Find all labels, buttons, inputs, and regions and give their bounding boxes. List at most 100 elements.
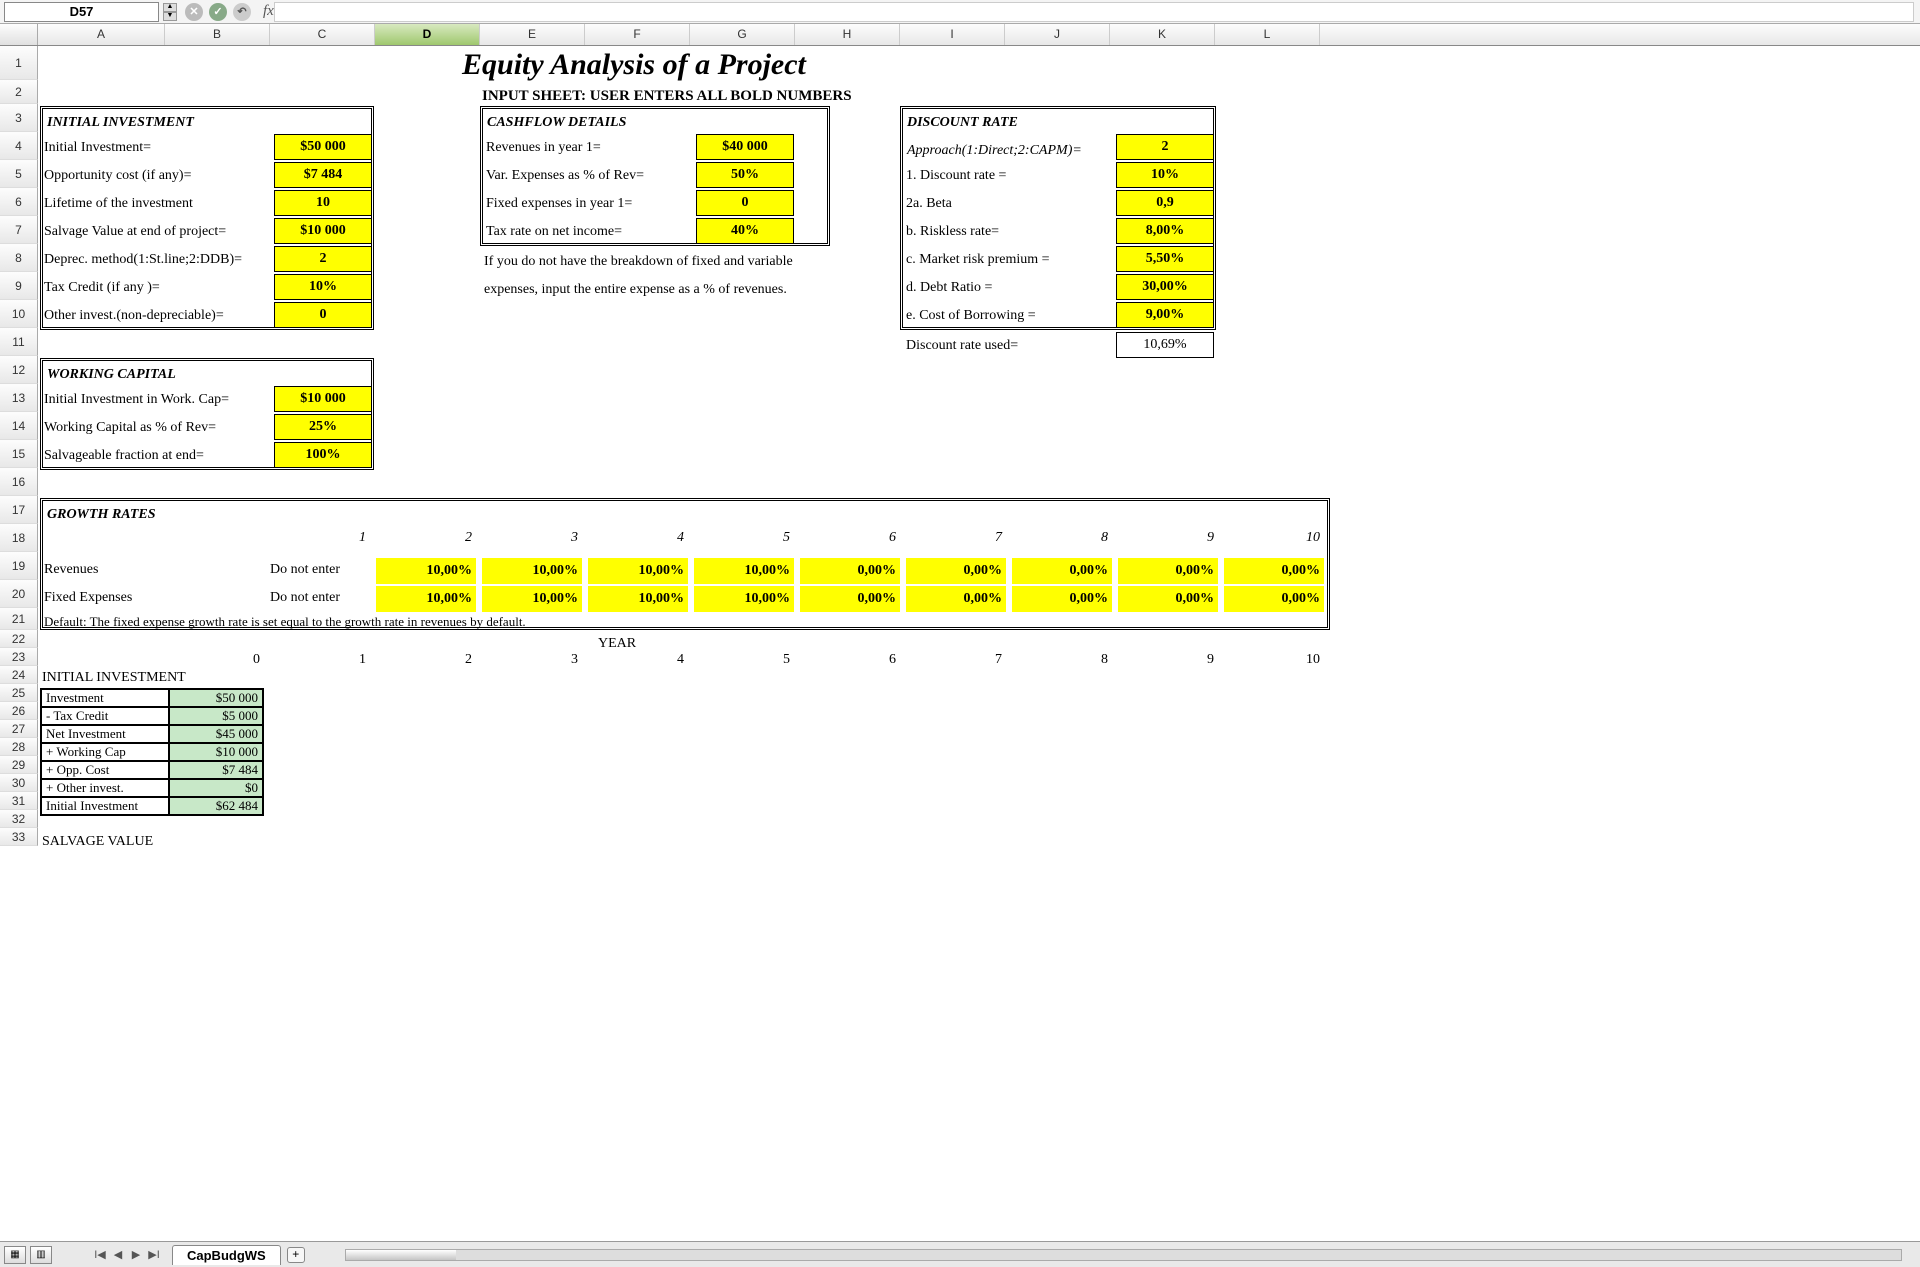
row-header-2[interactable]: 2 xyxy=(0,80,38,104)
wc-input-2[interactable]: 100% xyxy=(274,442,372,468)
growth-fix-6[interactable]: 0,00% xyxy=(1012,586,1112,612)
growth-rev-8[interactable]: 0,00% xyxy=(1224,558,1324,584)
nav-last-icon[interactable]: ▶I xyxy=(146,1248,162,1261)
name-box-stepper[interactable]: ▲▼ xyxy=(163,3,177,21)
row-header-25[interactable]: 25 xyxy=(0,684,38,702)
col-header-E[interactable]: E xyxy=(480,24,585,45)
col-header-K[interactable]: K xyxy=(1110,24,1215,45)
row-header-18[interactable]: 18 xyxy=(0,524,38,552)
growth-rev-7[interactable]: 0,00% xyxy=(1118,558,1218,584)
nav-next-icon[interactable]: ▶ xyxy=(128,1248,144,1261)
row-header-15[interactable]: 15 xyxy=(0,440,38,468)
input-discount-approach[interactable]: 2 xyxy=(1116,134,1214,160)
dr-input-1[interactable]: 0,9 xyxy=(1116,190,1214,216)
dr-input-2[interactable]: 8,00% xyxy=(1116,218,1214,244)
row-header-12[interactable]: 12 xyxy=(0,356,38,384)
dr-input-4[interactable]: 30,00% xyxy=(1116,274,1214,300)
dr-input-3[interactable]: 5,50% xyxy=(1116,246,1214,272)
horizontal-scrollbar[interactable] xyxy=(345,1249,1902,1261)
ii-input-3[interactable]: $10 000 xyxy=(274,218,372,244)
col-header-G[interactable]: G xyxy=(690,24,795,45)
ii-input-2[interactable]: 10 xyxy=(274,190,372,216)
row-header-10[interactable]: 10 xyxy=(0,300,38,328)
row-header-24[interactable]: 24 xyxy=(0,666,38,684)
row-header-16[interactable]: 16 xyxy=(0,468,38,496)
col-header-C[interactable]: C xyxy=(270,24,375,45)
row-header-23[interactable]: 23 xyxy=(0,648,38,666)
nav-prev-icon[interactable]: ◀ xyxy=(110,1248,126,1261)
row-header-20[interactable]: 20 xyxy=(0,580,38,608)
ii-input-6[interactable]: 0 xyxy=(274,302,372,328)
row-header-33[interactable]: 33 xyxy=(0,828,38,846)
row-header-1[interactable]: 1 xyxy=(0,46,38,80)
col-header-L[interactable]: L xyxy=(1215,24,1320,45)
formula-input[interactable] xyxy=(274,2,1914,22)
name-box[interactable]: D57 xyxy=(4,2,159,22)
row-header-9[interactable]: 9 xyxy=(0,272,38,300)
dr-input-5[interactable]: 9,00% xyxy=(1116,302,1214,328)
cf-input-3[interactable]: 40% xyxy=(696,218,794,244)
row-header-28[interactable]: 28 xyxy=(0,738,38,756)
cancel-icon[interactable]: ✕ xyxy=(185,3,203,21)
row-header-30[interactable]: 30 xyxy=(0,774,38,792)
select-all-corner[interactable] xyxy=(0,24,38,45)
growth-rev-5[interactable]: 0,00% xyxy=(906,558,1006,584)
growth-rev-1[interactable]: 10,00% xyxy=(482,558,582,584)
ii-input-1[interactable]: $7 484 xyxy=(274,162,372,188)
col-header-D[interactable]: D xyxy=(375,24,480,45)
row-header-5[interactable]: 5 xyxy=(0,160,38,188)
growth-rev-4[interactable]: 0,00% xyxy=(800,558,900,584)
growth-fix-5[interactable]: 0,00% xyxy=(906,586,1006,612)
col-header-B[interactable]: B xyxy=(165,24,270,45)
growth-fix-4[interactable]: 0,00% xyxy=(800,586,900,612)
growth-rev-3[interactable]: 10,00% xyxy=(694,558,794,584)
row-header-13[interactable]: 13 xyxy=(0,384,38,412)
col-header-F[interactable]: F xyxy=(585,24,690,45)
growth-rev-6[interactable]: 0,00% xyxy=(1012,558,1112,584)
growth-rev-2[interactable]: 10,00% xyxy=(588,558,688,584)
row-header-14[interactable]: 14 xyxy=(0,412,38,440)
row-header-4[interactable]: 4 xyxy=(0,132,38,160)
cf-input-0[interactable]: $40 000 xyxy=(696,134,794,160)
row-header-3[interactable]: 3 xyxy=(0,104,38,132)
row-header-11[interactable]: 11 xyxy=(0,328,38,356)
tab-active[interactable]: CapBudgWS xyxy=(172,1245,281,1265)
col-header-J[interactable]: J xyxy=(1005,24,1110,45)
fx-icon[interactable]: fx xyxy=(263,3,274,20)
wc-input-1[interactable]: 25% xyxy=(274,414,372,440)
col-header-A[interactable]: A xyxy=(38,24,165,45)
sheet-grid[interactable]: 1234567891011121314151617181920212223242… xyxy=(0,46,1920,1241)
ii-input-5[interactable]: 10% xyxy=(274,274,372,300)
cf-input-1[interactable]: 50% xyxy=(696,162,794,188)
row-header-29[interactable]: 29 xyxy=(0,756,38,774)
nav-first-icon[interactable]: I◀ xyxy=(92,1248,108,1261)
wc-input-0[interactable]: $10 000 xyxy=(274,386,372,412)
row-header-8[interactable]: 8 xyxy=(0,244,38,272)
growth-fix-3[interactable]: 10,00% xyxy=(694,586,794,612)
row-header-32[interactable]: 32 xyxy=(0,810,38,828)
ii-input-4[interactable]: 2 xyxy=(274,246,372,272)
dr-input-0[interactable]: 10% xyxy=(1116,162,1214,188)
row-header-6[interactable]: 6 xyxy=(0,188,38,216)
cf-input-2[interactable]: 0 xyxy=(696,190,794,216)
history-icon[interactable]: ↶ xyxy=(233,3,251,21)
col-header-I[interactable]: I xyxy=(900,24,1005,45)
tab-add-icon[interactable]: + xyxy=(287,1247,305,1263)
growth-fix-2[interactable]: 10,00% xyxy=(588,586,688,612)
confirm-icon[interactable]: ✓ xyxy=(209,3,227,21)
growth-fix-1[interactable]: 10,00% xyxy=(482,586,582,612)
col-header-H[interactable]: H xyxy=(795,24,900,45)
row-header-26[interactable]: 26 xyxy=(0,702,38,720)
row-header-27[interactable]: 27 xyxy=(0,720,38,738)
growth-fix-0[interactable]: 10,00% xyxy=(376,586,476,612)
row-header-31[interactable]: 31 xyxy=(0,792,38,810)
view-layout-icon[interactable]: ▥ xyxy=(30,1246,52,1264)
growth-fix-8[interactable]: 0,00% xyxy=(1224,586,1324,612)
ii-input-0[interactable]: $50 000 xyxy=(274,134,372,160)
row-header-21[interactable]: 21 xyxy=(0,608,38,630)
row-header-17[interactable]: 17 xyxy=(0,496,38,524)
growth-rev-0[interactable]: 10,00% xyxy=(376,558,476,584)
row-header-22[interactable]: 22 xyxy=(0,630,38,648)
view-normal-icon[interactable]: ▦ xyxy=(4,1246,26,1264)
row-header-7[interactable]: 7 xyxy=(0,216,38,244)
